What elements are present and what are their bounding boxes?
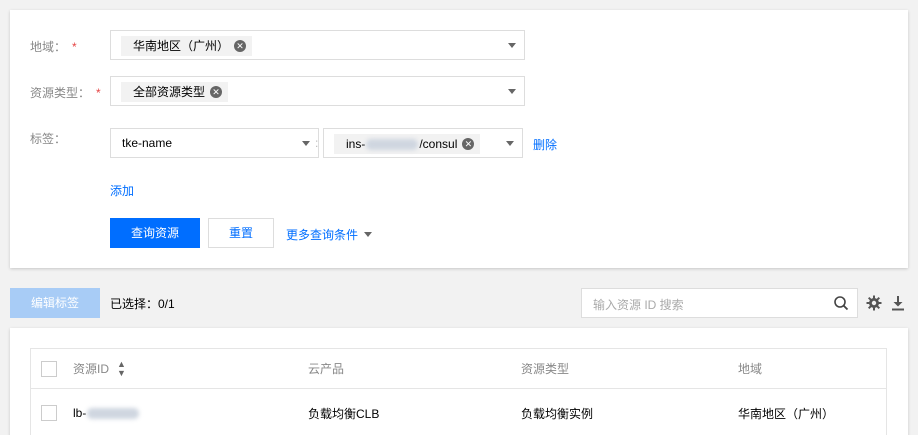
resource-type-label: 资源类型： * [30,86,101,100]
chevron-down-icon [302,141,310,146]
resource-type-tag: 全部资源类型 ✕ [121,82,229,102]
tags-label: 标签： [30,132,67,146]
column-header-resource-type: 资源类型 [521,362,570,376]
delete-tag-link[interactable]: 删除 [533,136,557,153]
redacted-text [87,407,140,419]
column-header-resource-id[interactable]: 资源ID ▲ ▼ [73,349,126,388]
gear-icon[interactable] [866,295,882,311]
sort-icon[interactable]: ▲ ▼ [117,359,126,378]
resource-table-panel: 资源ID ▲ ▼ 云产品 资源类型 地域 lb- 负载均衡CLB 负载均衡实例 华南… [10,328,908,435]
redacted-text [366,138,419,150]
row-checkbox[interactable] [41,405,57,421]
tag-value-select[interactable]: ins-/consul ✕ [323,128,523,158]
chevron-down-icon [506,141,514,146]
selected-count: 已选择：0/1 [110,297,175,311]
remove-tag-icon[interactable]: ✕ [234,40,247,52]
row-resource-id: lb- [73,389,140,435]
download-icon[interactable] [891,295,905,311]
resource-table: 资源ID ▲ ▼ 云产品 资源类型 地域 lb- 负载均衡CLB 负载均衡实例 华南… [30,348,887,435]
region-select[interactable]: 华南地区（广州） ✕ [110,30,525,60]
remove-tag-icon[interactable]: ✕ [462,138,475,150]
more-conditions-link[interactable]: 更多查询条件 [286,226,373,243]
tag-separator: : [315,136,319,150]
resource-type-select[interactable]: 全部资源类型 ✕ [110,76,525,106]
query-button[interactable]: 查询资源 [110,218,200,248]
tag-key-select[interactable]: tke-name [110,128,319,158]
row-region: 华南地区（广州） [738,406,835,421]
search-input[interactable]: 输入资源 ID 搜索 [581,288,858,318]
add-tag-link[interactable]: 添加 [110,182,134,199]
table-header: 资源ID ▲ ▼ 云产品 资源类型 地域 [31,349,886,389]
region-tag: 华南地区（广州） ✕ [121,36,253,56]
tag-key-value: tke-name [122,136,173,150]
chevron-down-icon [508,43,516,48]
caret-down-icon [364,232,373,237]
search-placeholder: 输入资源 ID 搜索 [593,298,684,312]
edit-tags-button[interactable]: 编辑标签 [10,288,100,318]
remove-tag-icon[interactable]: ✕ [210,86,223,98]
filter-panel: 地域： * 华南地区（广州） ✕ 资源类型： * 全部资源类型 ✕ 标签： tke-… [10,10,908,268]
region-label: 地域： * [30,40,77,54]
reset-button[interactable]: 重置 [208,218,274,248]
select-all-checkbox[interactable] [41,361,57,377]
column-header-product: 云产品 [308,362,345,376]
table-row[interactable]: lb- 负载均衡CLB 负载均衡实例 华南地区（广州） [31,389,886,435]
row-resource-type: 负载均衡实例 [521,406,594,421]
chevron-down-icon [508,89,516,94]
column-header-region: 地域 [738,362,763,376]
tag-value-tag: ins-/consul ✕ [334,134,481,154]
row-product: 负载均衡CLB [308,406,380,421]
search-icon[interactable] [833,295,849,311]
